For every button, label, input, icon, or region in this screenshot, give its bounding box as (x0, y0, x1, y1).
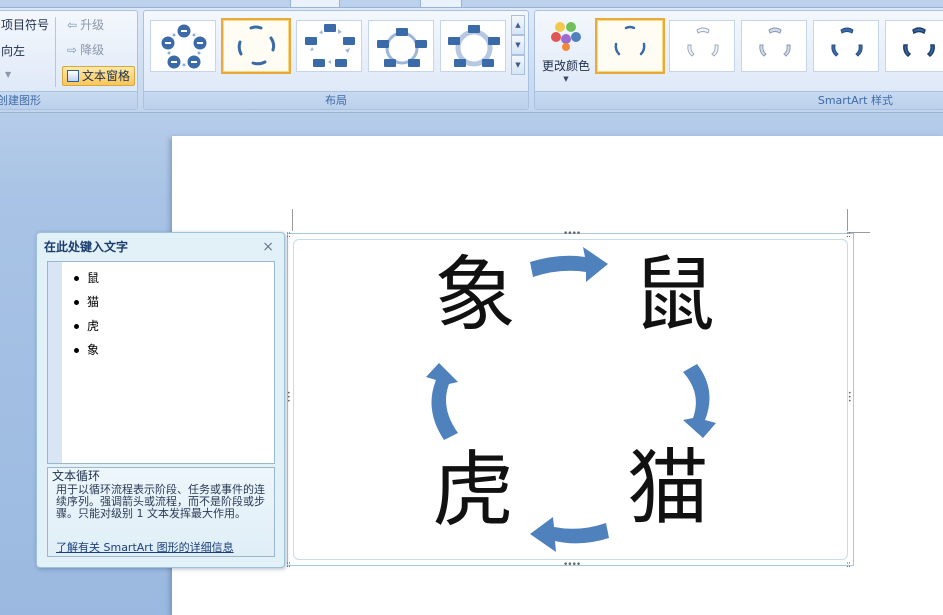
bullet-item[interactable]: 象 (74, 338, 99, 362)
bullet-item[interactable]: 虎 (74, 314, 99, 338)
cycle-arrow-bottom (530, 517, 609, 552)
layout-description-body: 用于以循环流程表示阶段、任务或事件的连续序列。强调箭头或流程，而不是阶段或步骤。… (56, 483, 265, 520)
layout-description-title: 文本循环 (52, 469, 101, 483)
node-cat[interactable]: 猫 (627, 448, 709, 530)
node-rat[interactable]: 鼠 (633, 255, 715, 337)
text-pane-title: 在此处键入文字 (44, 240, 129, 254)
node-tiger[interactable]: 虎 (432, 450, 514, 532)
text-pane-editor[interactable]: 鼠 猫 虎 象 (47, 261, 275, 464)
close-icon[interactable]: × (262, 240, 274, 254)
cycle-arrow-right (683, 364, 716, 438)
bullet-item[interactable]: 猫 (74, 290, 99, 314)
bullet-item[interactable]: 鼠 (74, 266, 99, 290)
cycle-arrow-top (530, 247, 608, 282)
text-pane: 在此处键入文字 × 鼠 猫 虎 象 文本循环 用于以循环流程表示阶段、任务或事件… (36, 232, 285, 568)
layout-description: 文本循环 用于以循环流程表示阶段、任务或事件的连续序列。强调箭头或流程，而不是阶… (47, 467, 275, 557)
node-elephant[interactable]: 象 (434, 255, 516, 337)
learn-more-link[interactable]: 了解有关 SmartArt 图形的详细信息 (56, 542, 234, 554)
cycle-arrow-left (426, 363, 458, 440)
text-pane-stripe (48, 262, 62, 463)
text-pane-bullets: 鼠 猫 虎 象 (74, 266, 99, 362)
